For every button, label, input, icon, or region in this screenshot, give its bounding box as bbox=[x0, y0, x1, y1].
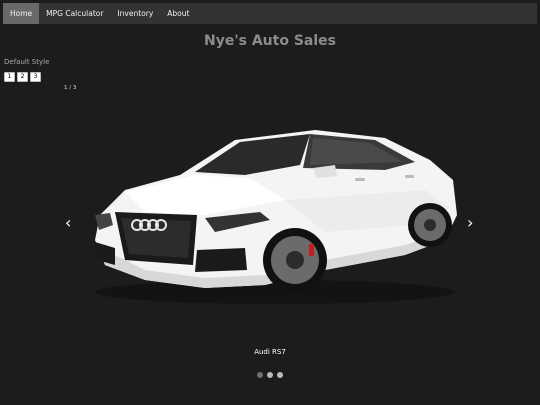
chevron-left-icon: ‹ bbox=[65, 213, 72, 232]
slide-dots bbox=[0, 372, 540, 378]
slide-caption: Audi RS7 bbox=[254, 348, 286, 356]
car-image bbox=[95, 130, 457, 304]
nav-home[interactable]: Home bbox=[3, 3, 40, 24]
slide-counter: 1 / 3 bbox=[64, 85, 77, 91]
previous-slide-button[interactable]: ‹ bbox=[65, 215, 71, 231]
top-navbar: Home MPG Calculator Inventory About bbox=[3, 3, 537, 24]
slide-button-3[interactable]: 3 bbox=[30, 72, 41, 82]
nav-mpg-calculator[interactable]: MPG Calculator bbox=[39, 3, 110, 24]
next-slide-button[interactable]: › bbox=[467, 215, 473, 231]
slide-page-buttons: 1 2 3 bbox=[4, 72, 41, 82]
style-label: Default Style bbox=[4, 58, 50, 66]
slide-button-2[interactable]: 2 bbox=[17, 72, 28, 82]
page-title: Nye's Auto Sales bbox=[204, 33, 336, 49]
nav-inventory[interactable]: Inventory bbox=[110, 3, 160, 24]
slide-dot-3[interactable] bbox=[277, 372, 283, 378]
slide-button-1[interactable]: 1 bbox=[4, 72, 15, 82]
slide-dot-2[interactable] bbox=[267, 372, 273, 378]
nav-about[interactable]: About bbox=[160, 3, 196, 24]
slide-dot-1[interactable] bbox=[257, 372, 263, 378]
chevron-right-icon: › bbox=[467, 213, 474, 232]
page: Home MPG Calculator Inventory About Nye'… bbox=[0, 0, 540, 405]
